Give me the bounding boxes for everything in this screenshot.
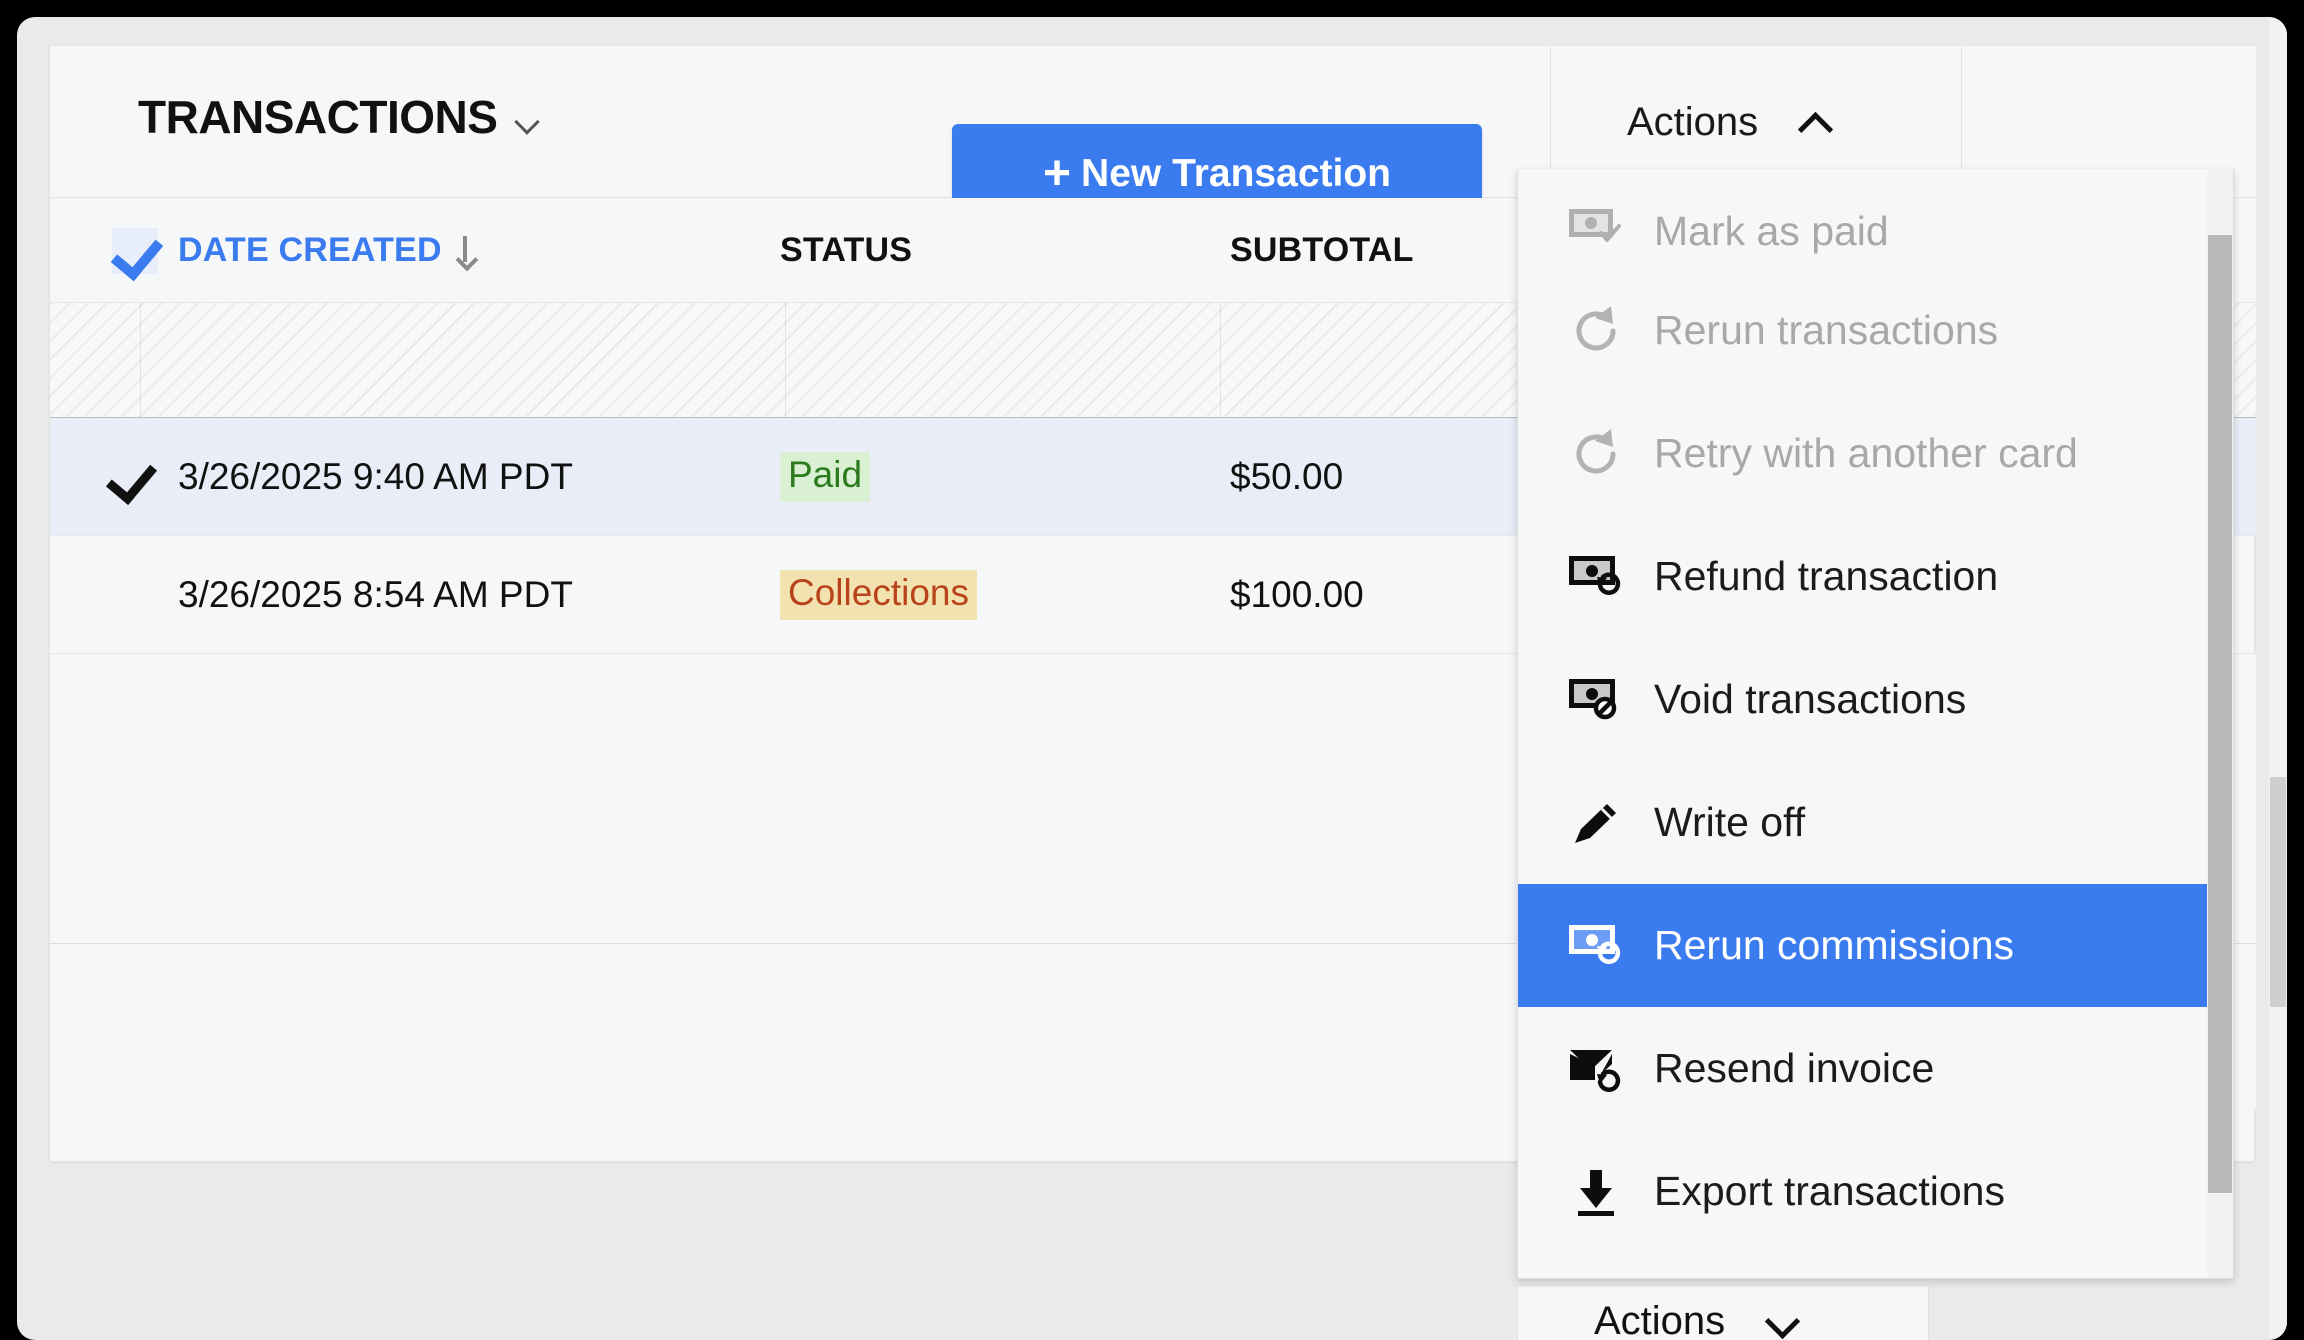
menu-item-label: Rerun transactions [1654,307,1999,353]
actions-label: Actions [1627,99,1759,144]
column-header-date-created[interactable]: DATE CREATED [178,198,474,303]
pencil-icon [1566,797,1628,849]
menu-item-label: Mark as paid [1654,208,1889,254]
actions-dropdown-menu: Mark as paid Rerun transactions Retry wi… [1517,169,2234,1279]
cell-status: Collections [780,536,977,654]
menu-item-refund-transaction[interactable]: Refund transaction [1518,515,2233,638]
page-backdrop: TRANSACTIONS + New Transaction Actions D… [17,17,2287,1340]
new-transaction-label: New Transaction [1081,152,1391,195]
menu-item-label: Resend invoice [1654,1045,1935,1091]
menu-item-export-transactions[interactable]: Export transactions [1518,1130,2233,1253]
arrow-down-icon [456,234,474,268]
select-all-checkbox[interactable] [112,198,158,303]
menu-item-void-transactions[interactable]: Void transactions [1518,638,2233,761]
page-title-group[interactable]: TRANSACTIONS [138,90,541,144]
row-checkbox[interactable] [108,536,170,654]
menu-item-label: Refund transaction [1654,553,1999,599]
menu-item-resend-invoice[interactable]: Resend invoice [1518,1007,2233,1130]
menu-item-label: Retry with another card [1654,430,2078,476]
cell-date-created: 3/26/2025 9:40 AM PDT [178,456,573,497]
refresh-icon [1566,428,1628,480]
menu-item-rerun-commissions[interactable]: Rerun commissions [1518,884,2233,1007]
money-void-icon [1566,674,1628,726]
menu-item-label: Write off [1654,799,1806,845]
envelope-resend-icon [1566,1043,1628,1095]
chevron-down-icon [1765,1309,1799,1335]
column-header-subtotal[interactable]: SUBTOTAL [1230,198,1414,303]
page-scrollbar-thumb[interactable] [2270,777,2286,1007]
menu-item-label: Void transactions [1654,676,1967,722]
page-scrollbar-track[interactable] [2269,17,2287,1340]
cell-date-created: 3/26/2025 8:54 AM PDT [178,574,573,615]
plus-icon: + [1043,146,1072,200]
menu-item-retry-with-another-card: Retry with another card [1518,392,2233,515]
menu-item-write-off[interactable]: Write off [1518,761,2233,884]
money-check-icon [1566,203,1628,255]
cell-subtotal: $100.00 [1230,574,1364,615]
dropdown-scrollbar-thumb[interactable] [2208,235,2232,1193]
cell-status: Paid [780,418,871,536]
money-refund-icon [1566,920,1628,972]
column-header-label: SUBTOTAL [1230,231,1414,269]
menu-item-label: Rerun commissions [1654,922,2014,968]
menu-item-rerun-transactions: Rerun transactions [1518,269,2233,392]
chevron-up-icon [1798,109,1832,135]
checkmark-icon [112,227,158,274]
cell-subtotal: $50.00 [1230,456,1344,497]
checkmark-icon [108,454,154,500]
download-icon [1566,1166,1628,1218]
column-header-label: STATUS [780,231,913,269]
bottom-actions-dropdown-button[interactable]: Actions [1517,1285,1929,1340]
status-badge: Paid [780,452,871,502]
menu-item-label: Export transactions [1654,1168,2005,1214]
column-header-label: DATE CREATED [178,231,442,269]
money-refund-icon [1566,551,1628,603]
row-checkbox[interactable] [108,418,170,536]
column-header-status[interactable]: STATUS [780,198,912,303]
status-badge: Collections [780,570,977,620]
screenshot-frame: TRANSACTIONS + New Transaction Actions D… [0,0,2304,1340]
page-title: TRANSACTIONS [138,91,498,143]
refresh-icon [1566,305,1628,357]
bottom-actions-label: Actions [1594,1299,1726,1340]
chevron-down-icon[interactable] [515,108,541,134]
menu-item-mark-as-paid: Mark as paid [1518,169,2233,269]
